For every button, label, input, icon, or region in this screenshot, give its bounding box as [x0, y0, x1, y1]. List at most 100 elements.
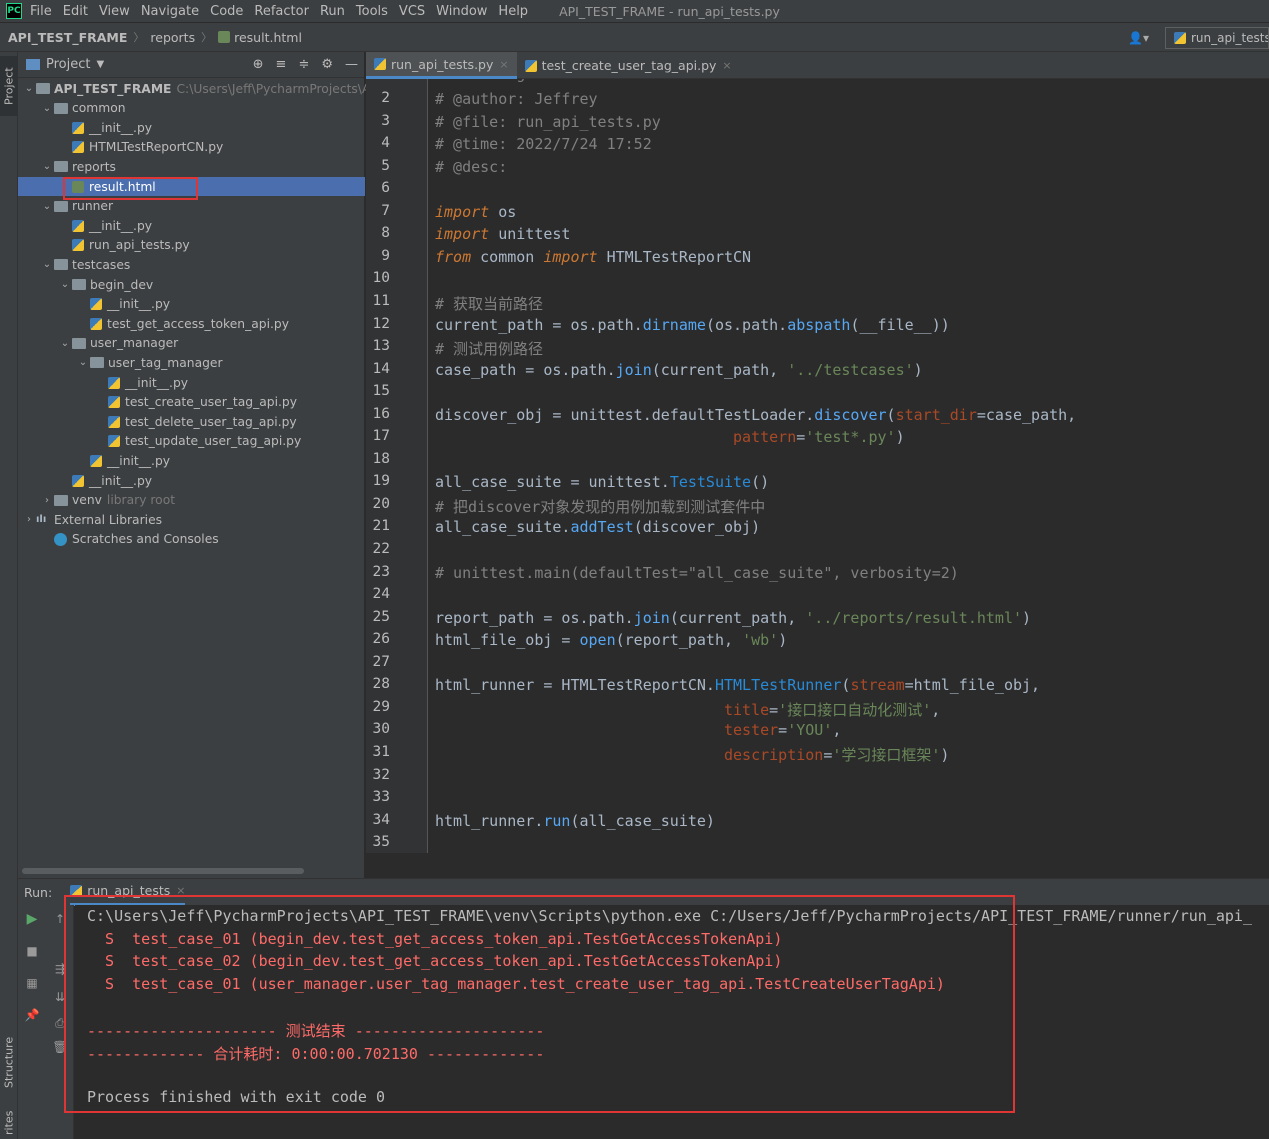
chevron-down-icon[interactable]: ⌄	[58, 279, 72, 290]
tree-item-label: __init__.py	[89, 120, 153, 135]
tree-item[interactable]: ⌄ API_TEST_FRAME C:\Users\Jeff\PycharmProj…	[18, 79, 388, 98]
tree-item[interactable]: result.html	[18, 177, 365, 196]
menu-view[interactable]: View	[99, 4, 130, 19]
breadcrumb-project[interactable]: API_TEST_FRAME	[8, 30, 127, 45]
rerun-icon[interactable]: ▶	[24, 911, 40, 927]
tree-item-label: test_get_access_token_api.py	[107, 316, 289, 331]
tree-item-label: venv	[72, 493, 102, 508]
print-icon[interactable]: ⎙	[52, 1015, 68, 1031]
tree-item[interactable]: test_update_user_tag_api.py	[18, 432, 365, 451]
tree-item[interactable]: ⌄ user_tag_manager	[18, 353, 365, 372]
tree-item[interactable]: ⌄ testcases	[18, 255, 365, 274]
close-icon[interactable]: ×	[499, 58, 508, 71]
chevron-down-icon[interactable]: ⌄	[76, 357, 90, 368]
chevron-right-icon[interactable]: ›	[40, 495, 54, 506]
menu-code[interactable]: Code	[210, 4, 243, 19]
project-tool-tab[interactable]: Project	[0, 56, 18, 116]
tree-item[interactable]: ⌄ begin_dev	[18, 275, 365, 294]
menu-run[interactable]: Run	[320, 4, 345, 19]
run-console[interactable]: C:\Users\Jeff\PycharmProjects\API_TEST_F…	[75, 905, 1269, 1139]
scroll-to-end-icon[interactable]: ⇊	[52, 989, 68, 1005]
chevron-down-icon[interactable]: ⌄	[40, 161, 54, 172]
menu-vcs[interactable]: VCS	[399, 4, 425, 19]
menu-help[interactable]: Help	[498, 4, 528, 19]
code-token: addTest	[570, 518, 634, 537]
tree-item-label: External Libraries	[54, 512, 163, 527]
tree-item[interactable]: › venv library root	[18, 491, 365, 510]
locate-icon[interactable]: ⊕	[253, 57, 264, 72]
menu-navigate[interactable]: Navigate	[141, 4, 199, 19]
menu-refactor[interactable]: Refactor	[254, 4, 309, 19]
tree-item[interactable]: __init__.py	[18, 471, 365, 490]
console-line: S test_case_01 (begin_dev.test_get_acces…	[87, 929, 783, 948]
chevron-down-icon[interactable]: ▼	[96, 59, 104, 70]
code-line: html_runner = HTMLTestReportCN.HTMLTestR…	[435, 676, 1040, 694]
horizontal-scrollbar[interactable]	[22, 868, 304, 874]
tree-item[interactable]: ⌄ user_manager	[18, 334, 365, 353]
code-token: os	[489, 202, 517, 221]
user-account-icon[interactable]: 👤▾	[1128, 31, 1149, 45]
chevron-right-icon[interactable]: ›	[22, 514, 36, 525]
tree-item[interactable]: __init__.py	[18, 451, 365, 470]
line-number: 24	[372, 586, 390, 603]
tree-item[interactable]: __init__.py	[18, 295, 365, 314]
tree-item[interactable]: run_api_tests.py	[18, 236, 365, 255]
chevron-down-icon[interactable]: ⌄	[58, 338, 72, 349]
tree-item[interactable]: test_delete_user_tag_api.py	[18, 412, 365, 431]
code-editor[interactable]: # encoding: utf-8 # @author: Jeffrey # @fi…	[428, 79, 1269, 853]
tree-item[interactable]: HTMLTestReportCN.py	[18, 138, 365, 157]
pin-icon[interactable]: 📌	[24, 1007, 40, 1023]
tree-item[interactable]: __init__.py	[18, 373, 365, 392]
console-line: C:\Users\Jeff\PycharmProjects\API_TEST_F…	[87, 907, 1252, 925]
tree-item[interactable]: ⌄ runner	[18, 197, 365, 216]
tree-item[interactable]: ⌄ reports	[18, 157, 365, 176]
trash-icon[interactable]: 🗑	[52, 1039, 68, 1055]
code-token: all_case_suite.	[435, 518, 571, 537]
hide-panel-icon[interactable]: —	[345, 57, 358, 72]
breadcrumb-folder[interactable]: reports	[150, 30, 195, 45]
chevron-down-icon[interactable]: ⌄	[22, 83, 36, 94]
scroll-up-icon[interactable]: ↑	[52, 911, 68, 927]
code-token: title	[723, 700, 770, 719]
code-line: # @desc:	[435, 158, 507, 176]
code-token: (	[886, 405, 896, 424]
tree-item[interactable]: › ılı External Libraries	[18, 510, 365, 529]
console-line: --------------------- 测试结束 -------------…	[87, 1022, 545, 1040]
tree-item[interactable]: test_create_user_tag_api.py	[18, 393, 365, 412]
code-line: pattern='test*.py')	[435, 428, 905, 446]
favorites-tool-tab[interactable]: rites	[0, 1107, 18, 1139]
project-view-select[interactable]: Project	[46, 57, 90, 72]
tab-test-create-user-tag-api[interactable]: test_create_user_tag_api.py ×	[517, 52, 740, 79]
run-tab[interactable]: run_api_tests ×	[70, 879, 186, 906]
code-token: (report_path,	[615, 631, 743, 650]
tree-item[interactable]: test_get_access_token_api.py	[18, 314, 365, 333]
chevron-down-icon[interactable]: ⌄	[40, 103, 54, 114]
menu-file[interactable]: File	[30, 4, 52, 19]
tree-item[interactable]: Scratches and Consoles	[18, 530, 365, 549]
chevron-down-icon[interactable]: ⌄	[40, 259, 54, 270]
collapse-all-icon[interactable]: ≑	[298, 57, 309, 72]
tree-item[interactable]: __init__.py	[18, 216, 365, 235]
menu-tools[interactable]: Tools	[356, 4, 388, 19]
tree-item[interactable]: ⌄ common	[18, 99, 365, 118]
close-icon[interactable]: ×	[176, 884, 185, 897]
stop-icon[interactable]: ■	[24, 943, 40, 959]
line-number: 23	[372, 563, 390, 580]
layout-icon[interactable]: ▦	[24, 975, 40, 991]
menu-window[interactable]: Window	[436, 4, 487, 19]
breadcrumb-file[interactable]: result.html	[234, 30, 302, 45]
tree-item[interactable]: __init__.py	[18, 118, 365, 137]
soft-wrap-icon[interactable]: ⇶	[52, 961, 68, 977]
chevron-down-icon[interactable]: ⌄	[40, 201, 54, 212]
tree-item-label: __init__.py	[89, 473, 153, 488]
close-icon[interactable]: ×	[722, 59, 731, 72]
console-line: ------------- 合计耗时: 0:00:00.702130 -----…	[87, 1044, 545, 1063]
gear-icon[interactable]: ⚙	[321, 57, 333, 72]
menu-edit[interactable]: Edit	[63, 4, 88, 19]
expand-all-icon[interactable]: ≡	[276, 57, 287, 72]
python-file-icon	[72, 121, 84, 134]
structure-tool-tab[interactable]: Structure	[0, 1027, 18, 1097]
run-configuration-select[interactable]: run_api_tests	[1165, 27, 1269, 49]
favorites-tool-tab-label: rites	[2, 1110, 16, 1136]
tab-run-api-tests[interactable]: run_api_tests.py ×	[366, 52, 517, 79]
